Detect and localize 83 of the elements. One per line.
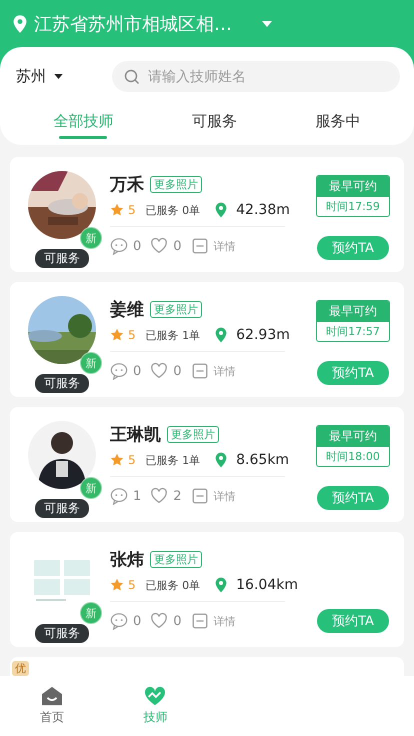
- more-photos-tag[interactable]: 更多照片: [150, 301, 202, 318]
- more-photos-tag[interactable]: 更多照片: [150, 551, 202, 568]
- heart-icon: [144, 686, 166, 706]
- location-pin-icon: [214, 577, 228, 593]
- slot-title: 最早可约: [317, 426, 389, 447]
- location-pin-icon: [214, 202, 228, 218]
- star-icon: [110, 203, 124, 217]
- comment-icon[interactable]: [110, 237, 128, 255]
- caret-icon[interactable]: [54, 74, 63, 79]
- distance-text: 8.65km: [236, 452, 290, 468]
- served-count: 已服务 1单: [146, 452, 200, 468]
- technician-name: 万禾: [110, 174, 144, 196]
- comment-icon[interactable]: [110, 612, 128, 630]
- book-button[interactable]: 预约TA: [317, 486, 389, 510]
- filter-tab[interactable]: 全部技师: [49, 104, 118, 145]
- comment-count: 1: [133, 488, 142, 504]
- technician-name: 王琳凯: [110, 424, 161, 446]
- details-icon[interactable]: [190, 237, 209, 255]
- like-count: 2: [173, 488, 182, 504]
- heart-icon[interactable]: [150, 487, 168, 505]
- filter-tab[interactable]: 可服务: [188, 104, 241, 145]
- served-count: 已服务 0单: [146, 202, 200, 218]
- like-count: 0: [173, 614, 182, 628]
- details-link[interactable]: 详情: [214, 614, 236, 628]
- search-field[interactable]: 请输入技师姓名: [112, 61, 400, 92]
- comment-icon[interactable]: [110, 487, 128, 505]
- location-pin-icon: [12, 14, 28, 34]
- status-badge: 可服务: [35, 374, 89, 393]
- nav-tab[interactable]: 首页: [0, 676, 104, 736]
- book-button[interactable]: 预约TA: [317, 361, 389, 385]
- comment-count: 0: [133, 614, 142, 628]
- new-badge: 新: [80, 227, 102, 249]
- details-icon[interactable]: [190, 362, 209, 380]
- heart-icon[interactable]: [150, 362, 168, 380]
- details-icon[interactable]: [190, 612, 209, 630]
- more-photos-tag[interactable]: 更多照片: [150, 176, 202, 193]
- like-count: 0: [173, 238, 182, 254]
- slot-time: 时间18:00: [325, 449, 381, 465]
- slot-title: 最早可约: [317, 301, 389, 322]
- served-count: 已服务 1单: [146, 328, 200, 342]
- details-link[interactable]: 详情: [214, 488, 236, 504]
- book-button[interactable]: 预约TA: [317, 236, 389, 260]
- star-icon: [110, 453, 124, 467]
- rating-value: 5: [128, 578, 136, 592]
- location-pin-icon: [214, 327, 228, 343]
- premium-badge: 优: [12, 661, 29, 676]
- slot-time: 时间17:57: [325, 324, 381, 340]
- more-photos-tag[interactable]: 更多照片: [167, 426, 219, 443]
- details-link[interactable]: 详情: [214, 238, 236, 254]
- heart-icon[interactable]: [150, 237, 168, 255]
- comment-count: 0: [133, 364, 142, 378]
- status-badge: 可服务: [35, 624, 89, 643]
- new-badge: 新: [80, 602, 102, 624]
- star-icon: [110, 328, 124, 342]
- new-badge: 新: [80, 477, 102, 499]
- distance-text: 62.93m: [236, 327, 290, 343]
- comment-count: 0: [133, 238, 142, 254]
- technician-name: 姜维: [110, 298, 144, 321]
- technician-name: 张炜: [110, 549, 144, 571]
- heart-icon[interactable]: [150, 612, 168, 630]
- book-button[interactable]: 预约TA: [317, 609, 389, 633]
- details-icon[interactable]: [190, 487, 209, 505]
- star-icon: [110, 578, 124, 592]
- distance-text: 16.04km: [236, 577, 298, 593]
- rating-value: 5: [128, 453, 136, 467]
- slot-title: 最早可约: [317, 176, 389, 197]
- comment-icon[interactable]: [110, 362, 128, 380]
- slot-time: 时间17:59: [325, 199, 381, 215]
- home-icon: [40, 686, 63, 706]
- rating-value: 5: [128, 203, 136, 217]
- status-badge: 可服务: [35, 249, 89, 268]
- city-selector[interactable]: 苏州: [16, 67, 46, 86]
- details-link[interactable]: 详情: [214, 364, 236, 378]
- location-text[interactable]: 江苏省苏州市相城区相…: [34, 12, 232, 36]
- new-badge: 新: [80, 352, 102, 374]
- like-count: 0: [173, 364, 182, 378]
- rating-value: 5: [128, 328, 136, 342]
- filter-tab[interactable]: 服务中: [312, 104, 365, 145]
- served-count: 已服务 0单: [146, 578, 200, 592]
- nav-tab[interactable]: 技师: [104, 676, 207, 736]
- status-badge: 可服务: [35, 499, 89, 518]
- location-pin-icon: [214, 452, 228, 468]
- distance-text: 42.38m: [236, 202, 290, 218]
